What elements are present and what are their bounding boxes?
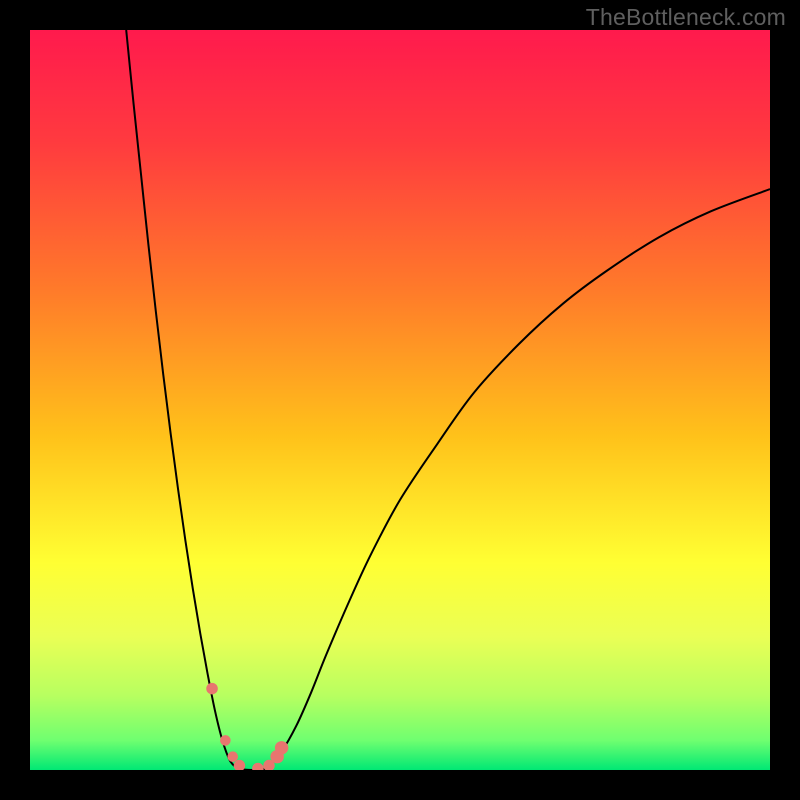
watermark-text: TheBottleneck.com — [586, 4, 786, 31]
plot-area — [30, 30, 770, 770]
data-marker — [220, 735, 231, 746]
chart-frame: TheBottleneck.com — [0, 0, 800, 800]
plot-svg — [30, 30, 770, 770]
data-marker — [206, 683, 218, 695]
plot-background — [30, 30, 770, 770]
data-marker — [227, 751, 238, 762]
data-marker — [275, 741, 288, 754]
